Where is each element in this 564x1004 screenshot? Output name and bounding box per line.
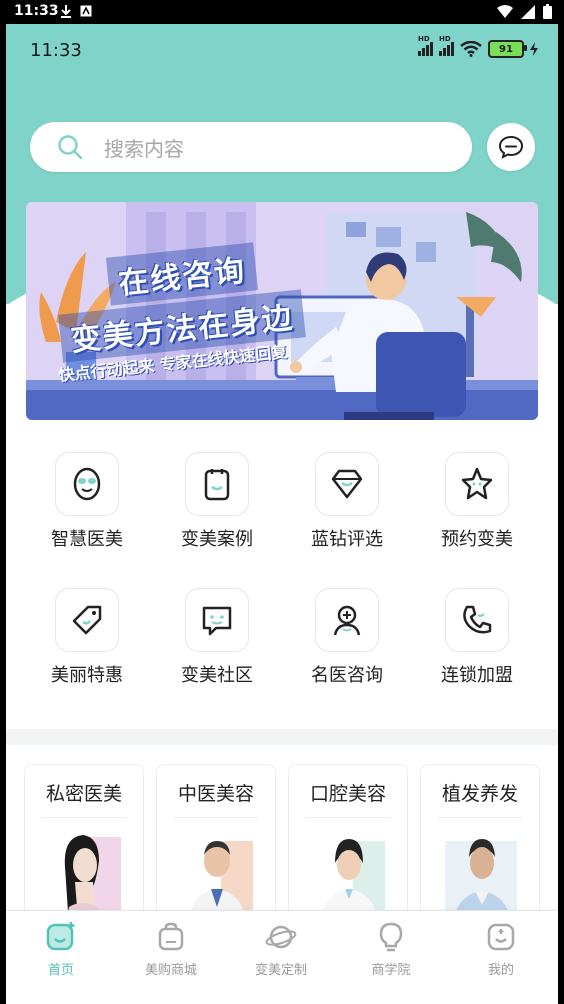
wifi-icon <box>497 4 513 18</box>
battery-icon <box>543 4 552 19</box>
battery-level: 91 <box>499 43 513 55</box>
clipboard-face-icon <box>185 452 249 516</box>
star-face-icon <box>445 452 509 516</box>
service-item-franchise[interactable]: 连锁加盟 <box>412 588 542 687</box>
planet-icon <box>265 925 297 949</box>
tab-label: 我的 <box>487 963 514 978</box>
search-icon <box>58 135 83 160</box>
category-title: 私密医美 <box>45 783 122 805</box>
service-label: 变美社区 <box>181 665 253 686</box>
tag-face-icon <box>55 588 119 652</box>
category-divider <box>305 817 391 818</box>
system-status-bar: 11:33 <box>0 0 564 24</box>
doctor-icon <box>315 588 379 652</box>
service-item-blue-diamond[interactable]: 蓝钻评选 <box>282 452 412 551</box>
service-label: 预约变美 <box>441 529 513 550</box>
tab-custom-beauty[interactable]: 变美定制 <box>226 921 336 978</box>
service-label: 蓝钻评选 <box>311 529 383 550</box>
service-label: 连锁加盟 <box>441 665 513 686</box>
service-item-appointment[interactable]: 预约变美 <box>412 452 542 551</box>
section-divider <box>6 729 558 745</box>
service-label: 名医咨询 <box>311 665 383 686</box>
category-title: 中医美容 <box>177 783 254 805</box>
category-title: 口腔美容 <box>309 783 386 805</box>
message-button[interactable] <box>487 123 535 171</box>
system-notification-icons <box>60 4 92 18</box>
category-title: 植发养发 <box>441 783 518 805</box>
wifi-icon <box>460 41 482 57</box>
system-time: 11:33 <box>14 3 59 19</box>
service-item-smart-beauty[interactable]: 智慧医美 <box>22 452 152 551</box>
tab-label: 商学院 <box>371 963 411 978</box>
category-divider <box>437 817 523 818</box>
service-label: 变美案例 <box>181 529 253 550</box>
app-status-bar: 11:33 HD HD 91 <box>6 24 558 74</box>
search-placeholder: 搜索内容 <box>104 136 184 161</box>
signal-1-label: HD <box>418 35 430 43</box>
service-label: 智慧医美 <box>51 529 123 550</box>
service-item-cases[interactable]: 变美案例 <box>152 452 282 551</box>
signal-2-label: HD <box>439 35 451 43</box>
profile-icon <box>487 923 515 951</box>
tab-label: 变美定制 <box>254 963 307 978</box>
tab-label: 首页 <box>47 963 74 978</box>
chat-bubble-face-icon <box>185 588 249 652</box>
tab-home[interactable]: 首页 <box>6 921 116 978</box>
bottom-tab-bar: 首页 美购商城 变美定制 商学院 我的 <box>6 910 558 1004</box>
chat-bubble-icon <box>498 135 524 159</box>
category-divider <box>41 817 127 818</box>
face-scan-icon <box>55 452 119 516</box>
tab-shop[interactable]: 美购商城 <box>116 921 226 978</box>
app-screen: 11:33 HD HD 91 搜索内容 在线咨询 变美方法在身边 快点行动起来 … <box>6 24 558 1004</box>
promo-banner[interactable]: 在线咨询 变美方法在身边 快点行动起来 专家在线快速回复 <box>26 202 538 420</box>
charging-icon <box>530 42 538 56</box>
service-item-doctor-consult[interactable]: 名医咨询 <box>282 588 412 687</box>
service-item-community[interactable]: 变美社区 <box>152 588 282 687</box>
phone-face-icon <box>445 588 509 652</box>
tab-profile[interactable]: 我的 <box>446 921 556 978</box>
category-divider <box>173 817 259 818</box>
system-right-icons <box>497 4 552 19</box>
tab-label: 美购商城 <box>144 963 197 978</box>
lightbulb-icon <box>379 922 403 952</box>
tab-academy[interactable]: 商学院 <box>336 921 446 978</box>
service-item-deals[interactable]: 美丽特惠 <box>22 588 152 687</box>
download-icon <box>60 4 72 18</box>
app-notification-icon <box>80 4 92 18</box>
home-icon <box>46 922 75 951</box>
shopping-bag-icon <box>158 922 184 951</box>
search-input[interactable]: 搜索内容 <box>30 122 472 172</box>
signal-2-icon: HD <box>439 35 454 56</box>
battery-indicator: 91 <box>488 40 527 58</box>
service-label: 美丽特惠 <box>51 665 123 686</box>
signal-1-icon: HD <box>418 35 433 56</box>
app-status-time: 11:33 <box>30 40 82 61</box>
diamond-face-icon <box>315 452 379 516</box>
cell-signal-icon <box>521 4 535 19</box>
app-status-icons: HD HD 91 <box>418 35 538 58</box>
